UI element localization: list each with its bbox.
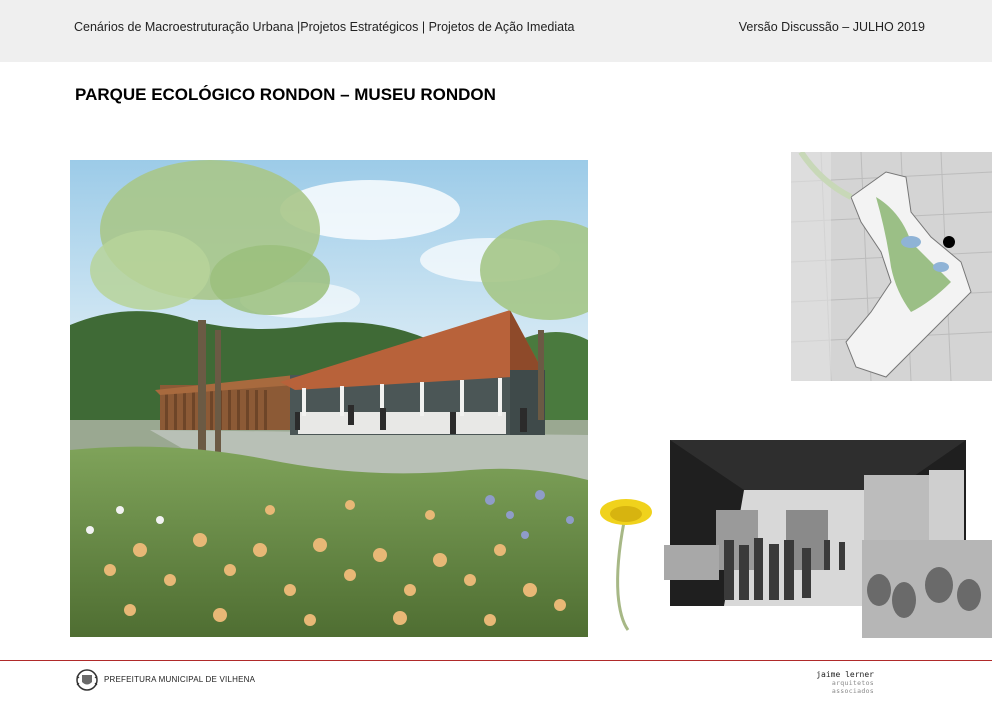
firm-subtitle: arquitetos associados xyxy=(831,679,874,695)
header-project-stages: Cenários de Macroestruturação Urbana |Pr… xyxy=(74,20,575,34)
header-version: Versão Discussão – JULHO 2019 xyxy=(738,20,925,34)
top-header-bar: Cenários de Macroestruturação Urbana |Pr… xyxy=(0,0,992,62)
aerial-site-plan-image xyxy=(791,152,992,381)
museum-render-image xyxy=(70,150,588,637)
page-title: PARQUE ECOLÓGICO RONDON – MUSEU RONDON xyxy=(75,85,496,104)
municipal-crest-icon xyxy=(75,668,99,692)
firm-name: jaime lerner xyxy=(816,670,874,679)
footer-firm-logo: jaime lerner arquitetos associados xyxy=(786,670,874,695)
footer-divider xyxy=(0,660,992,661)
dandelion-image xyxy=(596,494,656,634)
museum-interior-image xyxy=(664,440,992,638)
footer-organization: PREFEITURA MUNICIPAL DE VILHENA xyxy=(104,675,256,684)
